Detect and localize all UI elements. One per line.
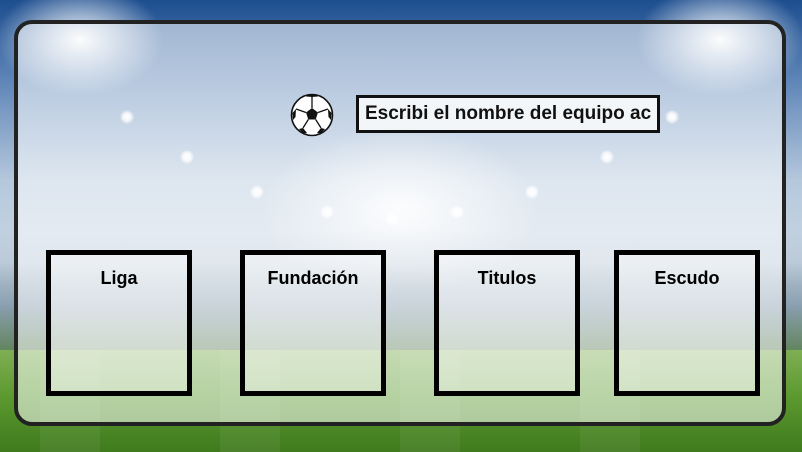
fundacion-label: Fundación (267, 268, 359, 288)
soccer-ball-icon (290, 93, 334, 137)
liga-box: Liga (46, 250, 192, 396)
team-name-input[interactable] (356, 95, 660, 133)
escudo-label: Escudo (654, 268, 720, 288)
fundacion-box: Fundación (240, 250, 386, 396)
liga-label: Liga (100, 268, 138, 288)
titulos-box: Titulos (434, 250, 580, 396)
escudo-box: Escudo (614, 250, 760, 396)
titulos-label: Titulos (477, 268, 537, 288)
